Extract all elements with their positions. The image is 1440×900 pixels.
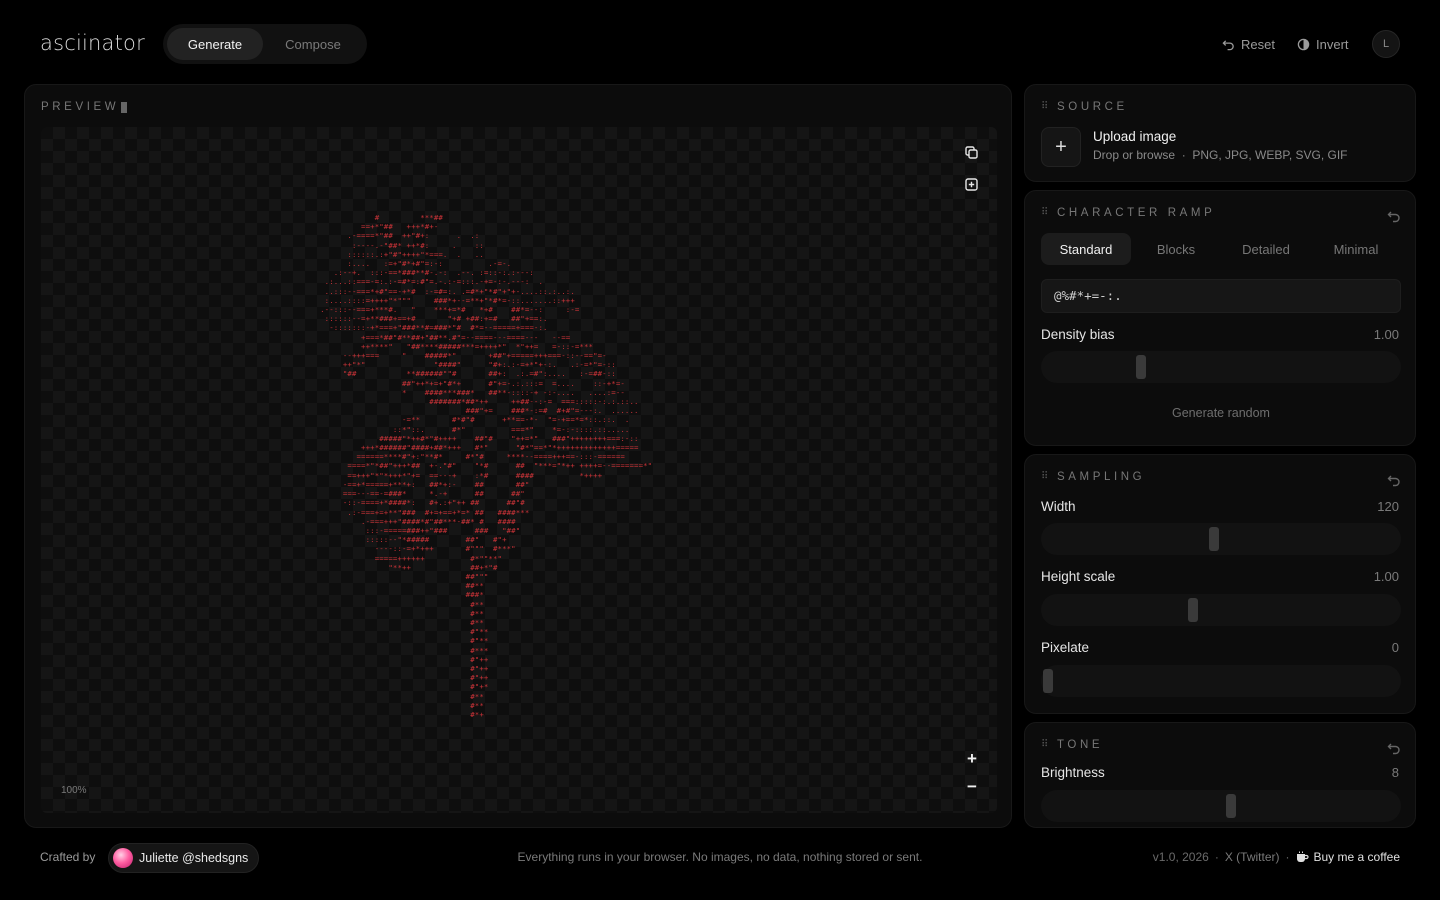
character-ramp-label: CHARACTER RAMP xyxy=(1057,207,1216,219)
height-scale-value: 1.00 xyxy=(1373,569,1399,584)
undo-icon[interactable] xyxy=(1387,473,1401,487)
preview-label: PREVIEW xyxy=(41,101,120,113)
user-avatar[interactable]: L xyxy=(1372,30,1400,58)
copy-icon xyxy=(964,145,978,159)
version-label: v1.0, 2026 xyxy=(1152,850,1209,864)
minus-icon: − xyxy=(967,777,977,796)
upload-button[interactable]: + xyxy=(1041,127,1081,167)
width-label: Width xyxy=(1041,499,1076,514)
drag-handle-icon[interactable]: ⠿ xyxy=(1041,472,1049,482)
ramp-input[interactable]: @%#*+=-:. xyxy=(1041,279,1401,313)
brightness-slider[interactable] xyxy=(1041,790,1401,822)
zoom-out-button[interactable]: − xyxy=(962,777,982,797)
source-card: ⠿ SOURCE + Upload image Drop or browse ·… xyxy=(1024,84,1416,182)
ascii-art-output: # ***## ==+*"## +++*#+- .-====*"## ++"#+… xyxy=(320,213,653,719)
tone-header: ⠿ TONE xyxy=(1041,739,1103,751)
add-box-icon xyxy=(964,177,978,191)
generate-random-button[interactable]: Generate random xyxy=(1025,406,1417,420)
undo-icon[interactable] xyxy=(1387,209,1401,223)
drag-handle-icon[interactable]: ⠿ xyxy=(1041,740,1049,750)
coffee-label: Buy me a coffee xyxy=(1313,850,1401,864)
separator-dot: · xyxy=(1285,850,1290,864)
header: asciinator Generate Compose Reset Invert… xyxy=(0,0,1440,86)
plus-icon: + xyxy=(1055,135,1067,158)
undo-icon xyxy=(1222,39,1234,50)
upload-formats: Drop or browse · PNG, JPG, WEBP, SVG, GI… xyxy=(1093,148,1348,162)
slider-thumb[interactable] xyxy=(1209,527,1220,551)
zoom-level: 100% xyxy=(61,785,87,796)
brightness-label: Brightness xyxy=(1041,765,1105,780)
coffee-cup-icon xyxy=(1296,851,1309,862)
separator-dot: · xyxy=(1214,850,1219,864)
slider-thumb[interactable] xyxy=(1226,794,1237,818)
tab-compose[interactable]: Compose xyxy=(263,28,363,60)
width-slider[interactable] xyxy=(1041,523,1401,555)
slider-thumb[interactable] xyxy=(1136,355,1147,379)
density-bias-value: 1.00 xyxy=(1373,327,1399,342)
tab-minimal[interactable]: Minimal xyxy=(1311,233,1401,265)
copy-button[interactable] xyxy=(960,141,982,163)
drag-handle-icon[interactable]: ⠿ xyxy=(1041,102,1049,112)
upload-title: Upload image xyxy=(1093,129,1177,144)
contrast-icon xyxy=(1297,38,1310,50)
tab-standard[interactable]: Standard xyxy=(1041,233,1131,265)
mode-tabs: Generate Compose xyxy=(163,24,367,64)
zoom-in-button[interactable]: + xyxy=(962,749,982,769)
sampling-card: ⠿ SAMPLING Width 120 Height scale 1.00 P… xyxy=(1024,454,1416,714)
tab-blocks[interactable]: Blocks xyxy=(1131,233,1221,265)
source-label: SOURCE xyxy=(1057,101,1128,113)
pixelate-label: Pixelate xyxy=(1041,640,1090,655)
app-logo: asciinator xyxy=(40,31,145,55)
sampling-header: ⠿ SAMPLING xyxy=(1041,471,1145,483)
invert-label: Invert xyxy=(1316,36,1349,52)
width-value: 120 xyxy=(1377,499,1399,514)
cursor-block-icon xyxy=(121,101,128,113)
pixelate-value: 0 xyxy=(1391,640,1399,655)
invert-button[interactable]: Invert xyxy=(1297,34,1349,54)
tone-label: TONE xyxy=(1057,739,1104,751)
height-scale-label: Height scale xyxy=(1041,569,1116,584)
height-scale-slider[interactable] xyxy=(1041,594,1401,626)
pixelate-slider[interactable] xyxy=(1041,665,1401,697)
slider-thumb[interactable] xyxy=(1043,669,1053,693)
ascii-canvas[interactable]: # ***## ==+*"## +++*#+- .-====*"## ++"#+… xyxy=(41,127,997,813)
brightness-value: 8 xyxy=(1391,765,1399,780)
ramp-preset-tabs: Standard Blocks Detailed Minimal xyxy=(1041,233,1401,265)
source-header: ⠿ SOURCE xyxy=(1041,101,1128,113)
tab-generate[interactable]: Generate xyxy=(167,28,263,60)
export-button[interactable] xyxy=(960,173,982,195)
preview-heading: PREVIEW xyxy=(41,101,128,113)
slider-thumb[interactable] xyxy=(1188,598,1199,622)
density-bias-label: Density bias xyxy=(1041,327,1115,342)
tab-detailed[interactable]: Detailed xyxy=(1221,233,1311,265)
drag-handle-icon[interactable]: ⠿ xyxy=(1041,208,1049,218)
reset-label: Reset xyxy=(1241,36,1275,52)
footer-links: v1.0, 2026 · X (Twitter) · Buy me a coff… xyxy=(1153,850,1400,864)
twitter-link[interactable]: X (Twitter) xyxy=(1225,850,1280,864)
tone-card: ⠿ TONE Brightness 8 xyxy=(1024,722,1416,828)
preview-panel: PREVIEW # ***## ==+*"## +++*#+- .-====*"… xyxy=(24,84,1012,828)
undo-icon[interactable] xyxy=(1387,741,1401,755)
plus-icon: + xyxy=(967,749,977,768)
buy-coffee-link[interactable]: Buy me a coffee xyxy=(1296,850,1401,864)
reset-button[interactable]: Reset xyxy=(1222,34,1275,54)
sampling-label: SAMPLING xyxy=(1057,471,1146,483)
character-ramp-card: ⠿ CHARACTER RAMP Standard Blocks Detaile… xyxy=(1024,190,1416,446)
character-ramp-header: ⠿ CHARACTER RAMP xyxy=(1041,207,1215,219)
density-bias-slider[interactable] xyxy=(1041,351,1401,383)
